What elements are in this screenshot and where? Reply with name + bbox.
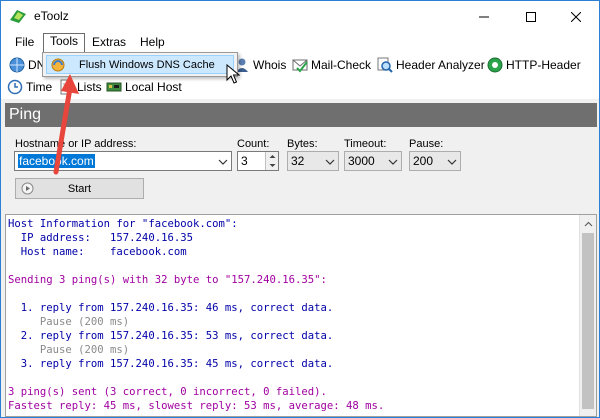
output-line: Host Information for "facebook.com": [8, 218, 238, 230]
scroll-up-button[interactable] [580, 215, 596, 232]
magnifier-icon [377, 57, 393, 73]
network-card-icon [106, 82, 122, 92]
tools-dropdown-menu: Flush Windows DNS Cache [42, 52, 238, 77]
toolbar-http-header-label: HTTP-Header [506, 58, 581, 72]
menu-item-flush-dns-cache-label: Flush Windows DNS Cache [79, 58, 215, 71]
toolbar-lists-label: Lists [77, 80, 102, 94]
etoolz-logo-icon [10, 10, 26, 23]
play-icon [21, 182, 34, 195]
start-button[interactable]: Start [15, 178, 144, 199]
timeout-value: 3000 [348, 154, 375, 168]
vertical-scrollbar[interactable] [579, 215, 596, 416]
bytes-select[interactable]: 32 [287, 151, 339, 171]
toolbar-http-header[interactable]: HTTP-Header [487, 55, 581, 75]
maximize-icon [526, 11, 536, 22]
output-line: Pause (200 ms) [8, 344, 130, 356]
toolbar-lists[interactable]: Lists [58, 77, 102, 97]
count-spinner[interactable]: 3 [237, 151, 279, 171]
pause-label: Pause: [409, 138, 444, 150]
toolbar-mail-check[interactable]: Mail-Check [292, 55, 371, 75]
toolbar-mail-check-label: Mail-Check [311, 58, 372, 72]
start-button-label: Start [67, 182, 92, 195]
mouse-cursor-icon [226, 64, 240, 84]
output-line: 3 ping(s) sent (3 correct, 0 incorrect, … [8, 386, 327, 398]
menu-extras[interactable]: Extras [86, 34, 132, 53]
minimize-button[interactable] [461, 1, 507, 32]
output-line: 3. reply from 157.240.16.35: 45 ms, corr… [8, 358, 334, 370]
scroll-thumb[interactable] [582, 233, 594, 409]
minimize-icon [479, 16, 489, 17]
section-title: Ping [5, 103, 597, 127]
ping-output-console[interactable]: Host Information for "facebook.com": IP … [5, 214, 597, 417]
chevron-down-icon [447, 159, 457, 165]
chevron-down-icon [388, 159, 398, 165]
toolbar-whois-label: Whois [253, 58, 287, 72]
globe-icon [9, 57, 25, 73]
menu-help[interactable]: Help [134, 34, 171, 53]
window-title: eToolz [34, 9, 69, 23]
menu-tools[interactable]: Tools [43, 33, 86, 53]
pause-select[interactable]: 200 [409, 151, 461, 171]
output-line: Host name: facebook.com [8, 246, 187, 258]
toolbar-whois[interactable]: Whois [234, 55, 286, 75]
close-icon [571, 11, 581, 22]
toolbar-time[interactable]: Time [7, 77, 52, 97]
toolbar-time-label: Time [26, 80, 53, 94]
spin-up-icon[interactable] [266, 152, 279, 161]
output-line: 2. reply from 157.240.16.35: 53 ms, corr… [8, 330, 334, 342]
toolbar-header-analyzer-label: Header Analyzer [396, 58, 485, 72]
output-line: 1. reply from 157.240.16.35: 46 ms, corr… [8, 302, 334, 314]
http-globe-icon [487, 57, 503, 73]
output-line: IP address: 157.240.16.35 [8, 232, 193, 244]
clock-icon [7, 79, 23, 95]
count-label: Count: [237, 138, 270, 150]
chevron-down-icon[interactable] [218, 158, 228, 166]
menu-item-flush-dns-cache[interactable]: Flush Windows DNS Cache [46, 55, 234, 74]
count-value[interactable]: 3 [241, 154, 248, 168]
toolbar-local-host[interactable]: Local Host [106, 77, 182, 97]
title-bar: eToolz [1, 1, 599, 32]
toolbar-local-host-label: Local Host [125, 80, 182, 94]
toolbar-dns[interactable]: DN [9, 55, 45, 75]
timeout-select[interactable]: 3000 [344, 151, 402, 171]
pause-value: 200 [413, 154, 434, 168]
bytes-value: 32 [291, 154, 305, 168]
output-line: Pause (200 ms) [8, 316, 130, 328]
app-window: eToolz File Tools Extras Help DN Whois M… [0, 0, 600, 418]
flush-dns-icon [51, 58, 65, 71]
menu-file[interactable]: File [9, 34, 40, 53]
mail-check-icon [292, 59, 308, 73]
output-line: Fastest reply: 45 ms, slowest reply: 53 … [8, 400, 385, 412]
output-line: Sending 3 ping(s) with 32 byte to "157.2… [8, 274, 327, 286]
maximize-button[interactable] [508, 1, 554, 32]
output-lines: Host Information for "facebook.com": IP … [8, 217, 578, 413]
hostname-input-value[interactable]: facebook.com [18, 154, 95, 168]
scroll-up-icon [584, 221, 593, 226]
toolbar-header-analyzer[interactable]: Header Analyzer [377, 55, 485, 75]
close-button[interactable] [553, 1, 599, 32]
timeout-label: Timeout: [344, 138, 387, 150]
chevron-down-icon [325, 159, 335, 165]
menu-bar: File Tools Extras Help [1, 32, 599, 53]
spin-down-icon[interactable] [266, 161, 279, 170]
count-spin-buttons[interactable] [265, 152, 278, 170]
hostname-label: Hostname or IP address: [15, 138, 137, 150]
list-document-icon [60, 79, 72, 95]
hostname-combobox[interactable]: facebook.com [14, 151, 232, 171]
bytes-label: Bytes: [287, 138, 318, 150]
